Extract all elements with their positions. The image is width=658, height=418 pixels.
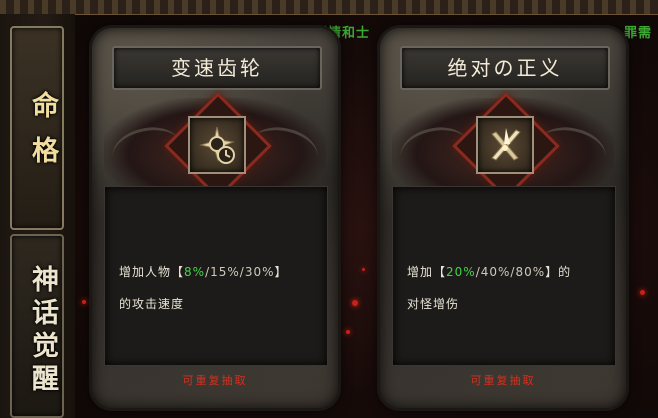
- ember-particle: [352, 300, 358, 306]
- ember-particle: [346, 330, 350, 334]
- desc-suffix: 】的: [545, 265, 572, 279]
- ember-particle: [82, 300, 86, 304]
- top-frame: [0, 0, 658, 15]
- card-description-line2: 的攻击速度: [119, 297, 185, 311]
- desc-prefix: 增加【: [407, 265, 447, 279]
- ember-particle: [362, 268, 365, 271]
- card-description-panel: 增加人物【8%/15%/30%】 的攻击速度: [104, 186, 328, 366]
- reroll-note: 可重复抽取: [470, 374, 536, 387]
- desc-prefix: 增加人物【: [119, 265, 185, 279]
- reroll-note: 可重复抽取: [182, 374, 248, 387]
- fate-card[interactable]: 变速齿轮 增加人物【8%/15%/30%】 的攻击速度 可重复抽取: [92, 28, 338, 408]
- card-title: 变速齿轮: [112, 46, 322, 90]
- scrolling-notice-tail: 罪需: [623, 26, 652, 40]
- current-tier-value: 8%: [184, 265, 206, 279]
- card-description-panel: 增加【20%/40%/80%】的 对怪增伤: [392, 186, 616, 366]
- current-tier-value: 20%: [446, 265, 476, 279]
- tab-myth-awakening-label: 神话觉醒: [27, 265, 58, 397]
- desc-suffix: 】: [274, 265, 288, 279]
- side-tab-bar: 命格 神话觉醒: [0, 14, 75, 418]
- card-title: 绝对の正义: [400, 46, 610, 90]
- tab-myth-awakening[interactable]: 神话觉醒: [10, 234, 64, 418]
- tab-fate[interactable]: 命格: [10, 26, 64, 230]
- tab-fate-label: 命格: [27, 91, 58, 181]
- crossed-swords-icon: [476, 116, 534, 174]
- card-description-line1: 增加人物【8%/15%/30%】: [119, 263, 319, 280]
- other-tier-values: /40%/80%: [475, 265, 546, 279]
- ember-particle: [640, 290, 645, 295]
- fate-card[interactable]: 绝对の正义 增加【20%/40%/80%】的 对怪增伤 可重复抽取: [380, 28, 626, 408]
- card-description-line1: 增加【20%/40%/80%】的: [407, 263, 607, 280]
- gear-clock-icon: [188, 116, 246, 174]
- card-description-line2: 对怪增伤: [407, 297, 460, 311]
- other-tier-values: /15%/30%: [205, 265, 275, 279]
